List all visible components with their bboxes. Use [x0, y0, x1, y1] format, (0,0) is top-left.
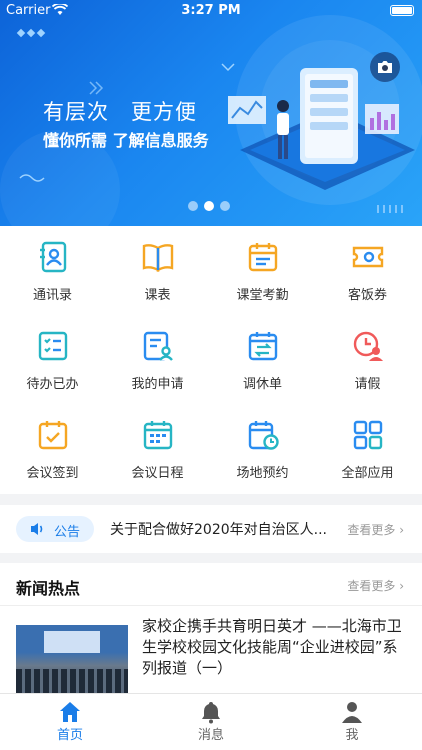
leave-clock-icon [353, 331, 383, 361]
app-label: 场地预约 [236, 466, 289, 481]
app-meeting-schedule[interactable]: 会议日程 [105, 404, 210, 493]
venue-booking-icon [248, 421, 279, 450]
app-label: 会议签到 [26, 466, 79, 481]
person-icon [342, 702, 362, 723]
banner-carousel[interactable]: 有层次 更方便 懂你所需 了解信息服务 [0, 0, 422, 226]
divider [0, 605, 422, 606]
app-label: 课堂考勤 [236, 288, 289, 303]
bell-icon [202, 702, 220, 724]
app-label: 调休单 [242, 377, 282, 392]
carousel-dot-active[interactable] [204, 201, 214, 211]
carousel-dot[interactable] [220, 201, 230, 211]
banner-headline: 有层次 更方便 [43, 96, 197, 126]
app-label: 会议日程 [131, 466, 184, 481]
thumbnail-audience [16, 669, 128, 693]
app-my-application[interactable]: 我的申请 [105, 315, 210, 404]
app-meal-ticket[interactable]: 客饭券 [315, 226, 420, 315]
status-bar: Carrier 3:27 PM [0, 0, 422, 22]
app-class-attendance[interactable]: 课堂考勤 [210, 226, 315, 315]
tab-home[interactable]: 首页 [0, 694, 140, 750]
app-label: 全部应用 [341, 466, 394, 481]
news-thumbnail[interactable] [16, 625, 128, 693]
app-meeting-checkin[interactable]: 会议签到 [0, 404, 105, 493]
app-label: 请假 [354, 377, 381, 392]
thumbnail-screen [44, 631, 100, 653]
shift-swap-icon [248, 332, 278, 361]
announcement-text[interactable]: 关于配合做好2020年对自治区人... [110, 519, 334, 539]
announcement-tag-label: 公告 [54, 525, 81, 540]
camera-icon [378, 61, 392, 73]
tab-label: 首页 [56, 728, 83, 743]
contacts-icon [40, 241, 67, 273]
app-venue-booking[interactable]: 场地预约 [210, 404, 315, 493]
book-icon [142, 244, 174, 273]
speaker-icon [31, 523, 43, 535]
app-shift-swap[interactable]: 调休单 [210, 315, 315, 404]
app-grid: 通讯录 课表 课堂考勤 客饭券 待办已办 我的申请 调休单 请假 会议签到 会议… [0, 226, 422, 494]
app-leave[interactable]: 请假 [315, 315, 420, 404]
announcement-more-link[interactable]: 查看更多 › [347, 521, 404, 538]
banner-headline-left: 有层次 [43, 100, 109, 124]
tab-bar: 首页 消息 我 [0, 693, 422, 750]
todo-checklist-icon [38, 331, 68, 361]
announcement-bar[interactable]: 公告 关于配合做好2020年对自治区人... 查看更多 › [0, 505, 422, 553]
tab-messages[interactable]: 消息 [141, 694, 281, 750]
clock: 3:27 PM [181, 3, 241, 18]
app-label: 课表 [144, 288, 171, 303]
scan-camera-button[interactable] [370, 52, 400, 82]
battery-icon [390, 5, 414, 16]
announcement-tag: 公告 [16, 516, 94, 542]
news-heading: 新闻热点 [16, 579, 81, 598]
tab-me[interactable]: 我 [282, 694, 422, 750]
app-label: 我的申请 [131, 377, 184, 392]
application-form-icon [143, 331, 173, 361]
app-all-apps[interactable]: 全部应用 [315, 404, 420, 493]
news-item-title[interactable]: 家校企携手共育明日英才 ——北海市卫生学校校园文化技能周“企业进校园”系列报道（… [142, 616, 402, 679]
banner-subtitle: 懂你所需 了解信息服务 [43, 131, 209, 150]
attendance-calendar-icon [248, 243, 278, 272]
meeting-checkin-icon [38, 421, 68, 450]
meal-ticket-icon [352, 246, 384, 268]
app-label: 客饭券 [347, 288, 387, 303]
app-contacts[interactable]: 通讯录 [0, 226, 105, 315]
all-apps-icon [353, 420, 383, 450]
tab-label: 消息 [197, 728, 224, 743]
app-label: 通讯录 [32, 288, 72, 303]
news-more-link[interactable]: 查看更多 › [347, 577, 404, 594]
news-section: 新闻热点 查看更多 › 家校企携手共育明日英才 ——北海市卫生学校校园文化技能周… [0, 563, 422, 693]
carousel-indicator [188, 201, 230, 211]
meeting-schedule-icon [143, 421, 173, 450]
app-label: 待办已办 [26, 377, 79, 392]
carousel-dot[interactable] [188, 201, 198, 211]
tab-label: 我 [345, 728, 359, 743]
app-todo[interactable]: 待办已办 [0, 315, 105, 404]
home-icon [60, 702, 80, 722]
banner-headline-right: 更方便 [131, 100, 197, 124]
app-timetable[interactable]: 课表 [105, 226, 210, 315]
